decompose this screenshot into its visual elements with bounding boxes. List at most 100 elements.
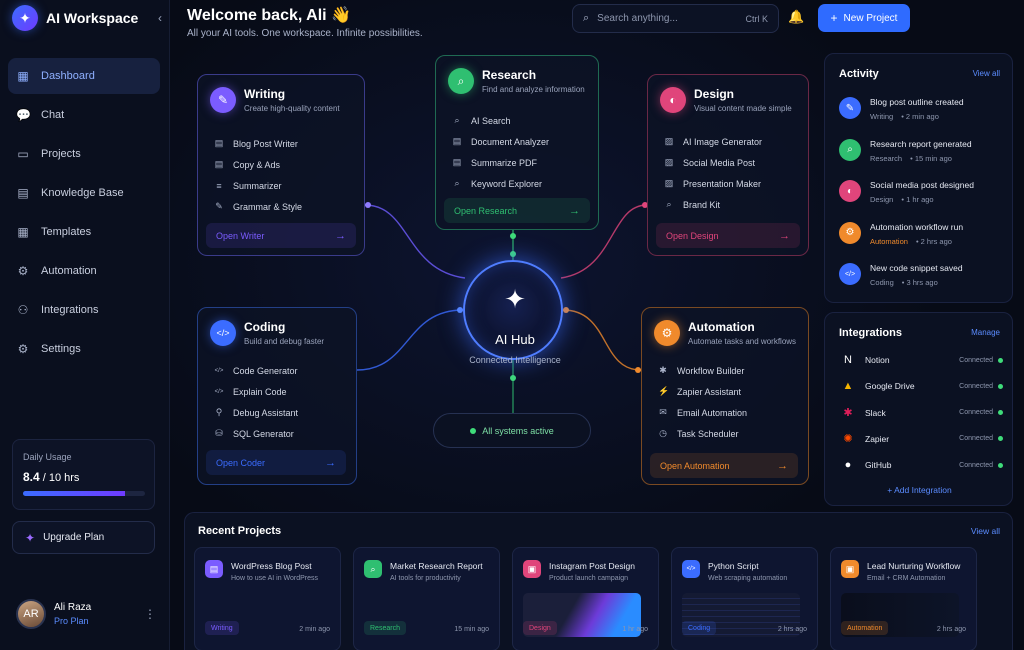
activity-meta: Design • 1 hr ago [870,195,974,204]
research-card-subtitle: Find and analyze information [482,85,585,94]
project-subtitle: AI tools for productivity [390,575,461,582]
integration-item[interactable]: ✺ Zapier Connected [841,430,1003,448]
research-tool-label: Summarize PDF [471,157,538,168]
open-research-label: Open Research [454,205,518,216]
open-automation-button[interactable]: Open Automation → [650,453,798,478]
folder-icon: ▭ [17,147,29,161]
project-card[interactable]: </> Python Script Web scraping automation C… [671,547,818,650]
activity-item[interactable]: ⚙ Automation workflow run Automation • 2 hr… [839,221,1009,256]
sidebar-item-templates[interactable]: ▦ Templates [8,214,160,250]
new-project-button[interactable]: + New Project [818,4,910,32]
coding-tool-item[interactable]: ⛁ SQL Generator [214,423,298,444]
activity-title: New code snippet saved [870,263,963,273]
project-time: 2 hrs ago [777,626,807,633]
coding-card-header: </> Coding Build and debug faster [210,320,324,346]
design-tool-label: Presentation Maker [683,178,762,189]
coding-card-subtitle: Build and debug faster [244,337,325,346]
recent-projects-panel: Recent Projects View all ▤ WordPress Blog… [184,512,1013,650]
research-card-text: Research Find and analyze information [482,68,585,94]
automation-tool-label: Task Scheduler [677,428,739,439]
project-title: Instagram Post Design [549,561,635,571]
activity-item[interactable]: ✎ Blog post outline created Writing • 2 min… [839,97,1009,131]
research-tool-item[interactable]: ⌕ AI Search [452,110,549,131]
search-input[interactable]: ⌕ Search anything... Ctrl K [572,4,779,33]
automation-tool-item[interactable]: ◷ Task Scheduler [658,423,747,444]
project-card[interactable]: ▣ Instagram Post Design Product launch cam… [512,547,659,650]
status-badge: All systems active [433,413,591,448]
coding-tool-item[interactable]: </> Explain Code [214,381,298,402]
more-vertical-icon[interactable]: ⋮ [144,607,156,621]
activity-view-all-link[interactable]: View all [973,69,1000,78]
usage-total: / 10 hrs [42,472,80,484]
writing-tool-icon: ≡ [216,180,222,191]
open-coding-button[interactable]: Open Coder → [206,450,346,475]
usage-label: Daily Usage [23,452,72,462]
sidebar-item-projects[interactable]: ▭ Projects [8,136,160,172]
automation-tool-label: Zapier Assistant [677,386,742,397]
writing-tool-item[interactable]: ✎ Grammar & Style [214,196,302,217]
integration-item[interactable]: N Notion Connected [841,351,1003,369]
writing-icon: ✎ [210,87,236,113]
project-card[interactable]: ▤ WordPress Blog Post How to use AI in Wor… [194,547,341,650]
github-icon: ● [844,459,852,472]
user-profile[interactable]: AR Ali Raza Pro Plan ⋮ [16,597,156,631]
research-tool-item[interactable]: ▤ Document Analyzer [452,131,549,152]
open-design-button[interactable]: Open Design → [656,223,800,248]
automation-tool-item[interactable]: ✱ Workflow Builder [658,360,747,381]
bell-icon[interactable]: 🔔 [788,9,804,25]
chevron-left-icon[interactable]: ‹ [158,11,162,25]
open-writing-button[interactable]: Open Writer → [206,223,356,248]
coding-card-title: Coding [244,320,286,334]
sidebar-item-integrations[interactable]: ⚇ Integrations [8,292,160,328]
sidebar-item-automation[interactable]: ⚙ Automation [8,253,160,289]
automation-tool-icon: ✉ [659,407,667,417]
integration-status: Connected [959,461,993,469]
coding-tool-item[interactable]: ⚲ Debug Assistant [214,402,298,423]
sidebar-item-dashboard[interactable]: ▦ Dashboard [8,58,160,94]
research-tool-item[interactable]: ⌕ Keyword Explorer [452,173,549,194]
add-integration-button[interactable]: + Add Integration [825,485,1014,495]
activity-item[interactable]: ◐ Social media post designed Design • 1 hr … [839,180,1009,214]
sparkle-logo-icon: ✦ [12,5,38,31]
integrations-manage-link[interactable]: Manage [971,328,1000,337]
integration-item[interactable]: ✱ Slack Connected [841,404,1003,422]
project-tag: Research [364,621,406,635]
open-research-button[interactable]: Open Research → [444,198,590,223]
writing-tool-item[interactable]: ≡ Summarizer [214,175,302,196]
ai-hub[interactable]: ✦ AI Hub Connected Intelligence [463,260,563,365]
page-title: Welcome back, Ali 👋 [187,7,351,24]
recent-view-all-link[interactable]: View all [971,526,1000,536]
writing-tool-item[interactable]: ▤ Blog Post Writer [214,133,302,154]
project-subtitle: How to use AI in WordPress [231,575,319,582]
upgrade-plan-button[interactable]: ✦ Upgrade Plan [12,521,155,554]
automation-tool-item[interactable]: ⚡ Zapier Assistant [658,381,747,402]
integration-item[interactable]: ● GitHub Connected [841,456,1003,474]
integration-status: Connected [959,382,993,390]
project-card[interactable]: ▣ Lead Nurturing Workflow Email + CRM Auto… [830,547,977,650]
sidebar-item-label: Templates [41,226,92,238]
sidebar-item-settings[interactable]: ⚙ Settings [8,331,160,367]
sidebar-item-knowledge-base[interactable]: ▤ Knowledge Base [8,175,160,211]
search-placeholder: Search anything... [597,13,678,24]
activity-text: New code snippet saved Coding • 3 hrs ago [870,263,963,287]
integrations-title: Integrations [839,327,902,339]
activity-time: 1 hr ago [906,195,934,204]
writing-tool-item[interactable]: ▤ Copy & Ads [214,154,302,175]
activity-item[interactable]: </> New code snippet saved Coding • 3 hrs a… [839,263,1009,297]
design-card-header: ◐ Design Visual content made simple [660,87,792,113]
project-card[interactable]: ⌕ Market Research Report AI tools for prod… [353,547,500,650]
integration-item[interactable]: ▲ Google Drive Connected [841,377,1003,395]
activity-text: Research report generated Research • 15 mi… [870,139,972,163]
coding-tool-label: Explain Code [233,386,287,397]
design-tool-item[interactable]: ▨ AI Image Generator [664,131,762,152]
design-tool-item[interactable]: ▨ Social Media Post [664,152,762,173]
design-tool-item[interactable]: ⌕ Brand Kit [664,194,762,215]
coding-tool-item[interactable]: </> Code Generator [214,360,298,381]
sidebar-nav: ▦ Dashboard 💬 Chat ▭ Projects ▤ Knowledge Base ▦… [8,58,160,370]
activity-time: 2 hrs ago [920,236,952,246]
activity-item[interactable]: ⌕ Research report generated Research • 15 m… [839,138,1009,173]
automation-tool-item[interactable]: ✉ Email Automation [658,402,747,423]
research-tool-item[interactable]: ▤ Summarize PDF [452,152,549,173]
design-tool-item[interactable]: ▨ Presentation Maker [664,173,762,194]
sidebar-item-chat[interactable]: 💬 Chat [8,97,160,133]
